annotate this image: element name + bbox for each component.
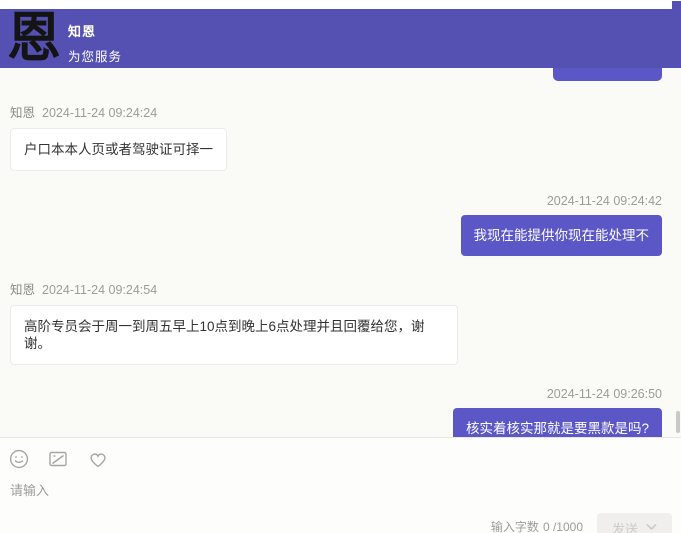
- agent-message: 知恩 2024-11-24 09:24:24 户口本本人页或者驾驶证可择一: [10, 68, 681, 171]
- message-meta: 2024-11-24 09:24:42: [0, 194, 662, 208]
- image-button[interactable]: [45, 446, 71, 472]
- emoji-icon: [8, 458, 30, 473]
- timestamp: 2024-11-24 09:26:50: [547, 387, 662, 401]
- send-button[interactable]: 发送: [597, 513, 672, 533]
- heart-icon: [86, 458, 110, 473]
- timestamp: 2024-11-24 09:24:42: [547, 194, 662, 208]
- favorite-button[interactable]: [84, 446, 112, 472]
- message-bubble: 高阶专员会于周一到周五早上10点到晚上6点处理并且回覆给您，谢谢。: [10, 305, 458, 365]
- chat-header: 恩 知恩 为您服务: [0, 9, 681, 68]
- message-meta: 知恩 2024-11-24 09:24:24: [10, 102, 681, 121]
- chat-history[interactable]: 知恩 2024-11-24 09:24:24 户口本本人页或者驾驶证可择一 202…: [0, 68, 681, 437]
- timestamp: 2024-11-24 09:24:54: [42, 283, 157, 297]
- char-count-value: 0: [543, 520, 550, 533]
- page-top-strip: [0, 0, 681, 9]
- message-meta: 2024-11-24 09:26:50: [0, 387, 662, 401]
- sender-name: 知恩: [10, 283, 35, 297]
- char-counter: 输入字数 0 /1000: [491, 518, 583, 533]
- scrollbar-thumb[interactable]: [672, 1, 681, 9]
- sender-name: 知恩: [10, 106, 35, 120]
- timestamp: 2024-11-24 09:24:24: [42, 106, 157, 120]
- message-input[interactable]: [8, 478, 512, 506]
- brand-logo: 恩: [7, 3, 61, 71]
- scrollbar-thumb[interactable]: [676, 411, 680, 433]
- brand-tagline: 为您服务: [68, 46, 122, 65]
- composer-toolbar: [0, 438, 681, 472]
- chevron-down-icon: [646, 519, 657, 533]
- clipped-message-bubble: [553, 68, 662, 81]
- agent-message: 知恩 2024-11-24 09:24:54 高阶专员会于周一到周五早上10点到晚…: [10, 279, 681, 365]
- message-meta: 知恩 2024-11-24 09:24:54: [10, 279, 681, 298]
- brand-block: 知恩 为您服务: [68, 21, 122, 65]
- char-counter-label: 输入字数: [491, 520, 539, 533]
- message-bubble: 我现在能提供你现在能处理不: [461, 215, 663, 256]
- image-icon: [47, 458, 69, 473]
- user-message: 2024-11-24 09:24:42 我现在能提供你现在能处理不: [0, 194, 662, 256]
- char-limit: /1000: [553, 520, 583, 533]
- composer: 输入字数 0 /1000 发送: [0, 437, 681, 533]
- send-button-label: 发送: [612, 519, 638, 533]
- brand-name: 知恩: [68, 21, 122, 40]
- emoji-button[interactable]: [6, 446, 32, 472]
- message-bubble: 户口本本人页或者驾驶证可择一: [10, 128, 227, 171]
